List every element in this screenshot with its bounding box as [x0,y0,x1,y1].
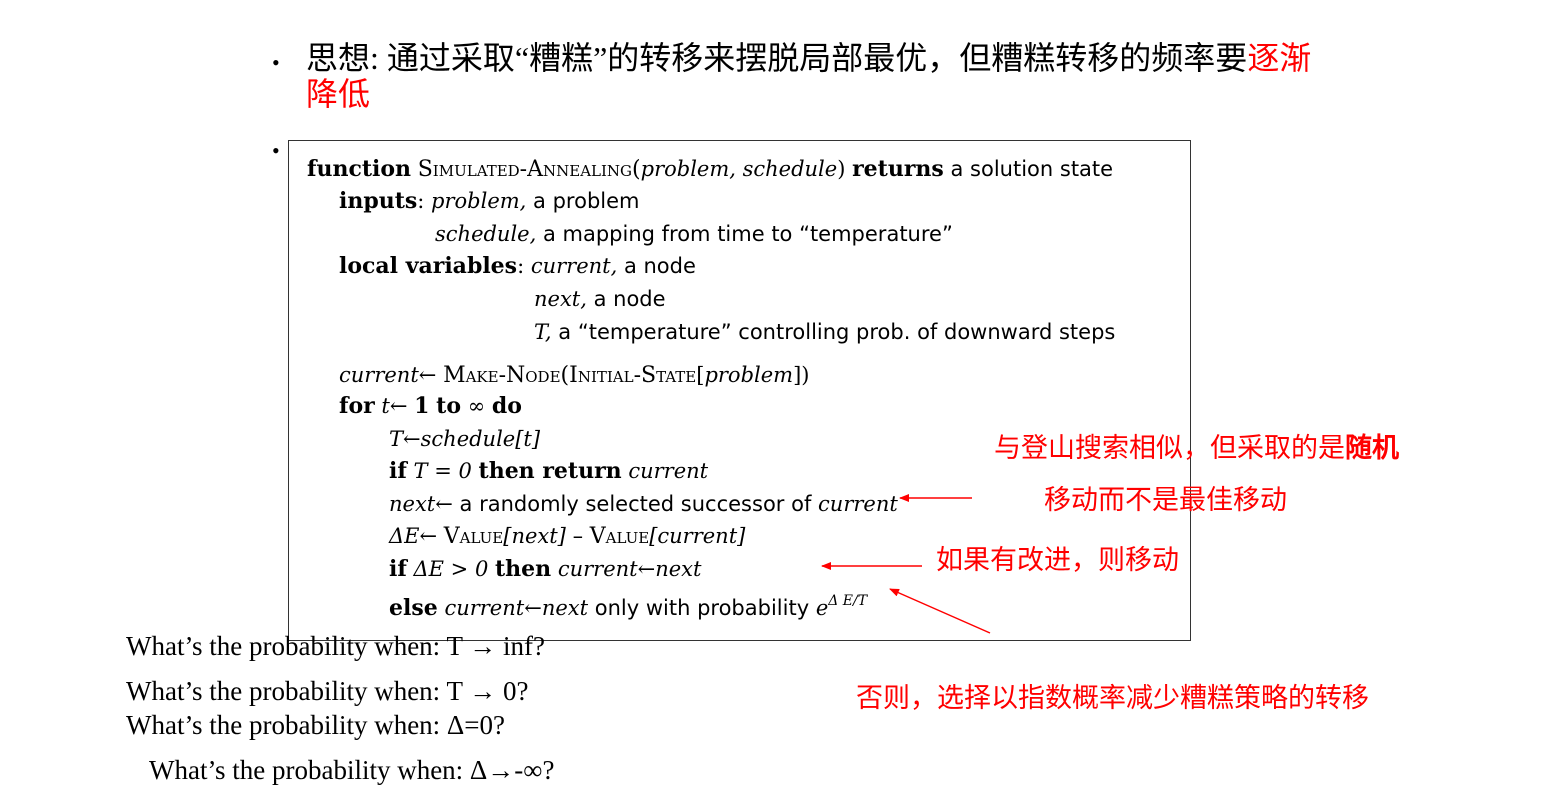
annotation-bold-text: 随机 [1345,433,1399,464]
arrow-to-probability [889,588,991,634]
question-t-inf: What’s the probability when: T → inf? [126,631,545,661]
question-delta-zero: What’s the probability when: Δ=0? [126,710,506,740]
annotation-else-move: 否则，选择以指数概率减少糟糕策略的转移 [856,683,1369,714]
annotation-random-move-line1: 与登山搜索相似，但采取的是随机 [994,426,1399,465]
question-delta-neg-inf: What’s the probability when: Δ→-∞? [149,755,555,785]
annotation-improve-move: 如果有改进，则移动 [936,545,1179,576]
annotation-text: 与登山搜索相似，但采取的是 [994,433,1345,464]
question-t-zero: What’s the probability when: T → 0? [126,676,529,706]
annotation-random-move-line2: 移动而不是最佳移动 [1044,485,1287,516]
annotation-arrows [821,494,991,634]
